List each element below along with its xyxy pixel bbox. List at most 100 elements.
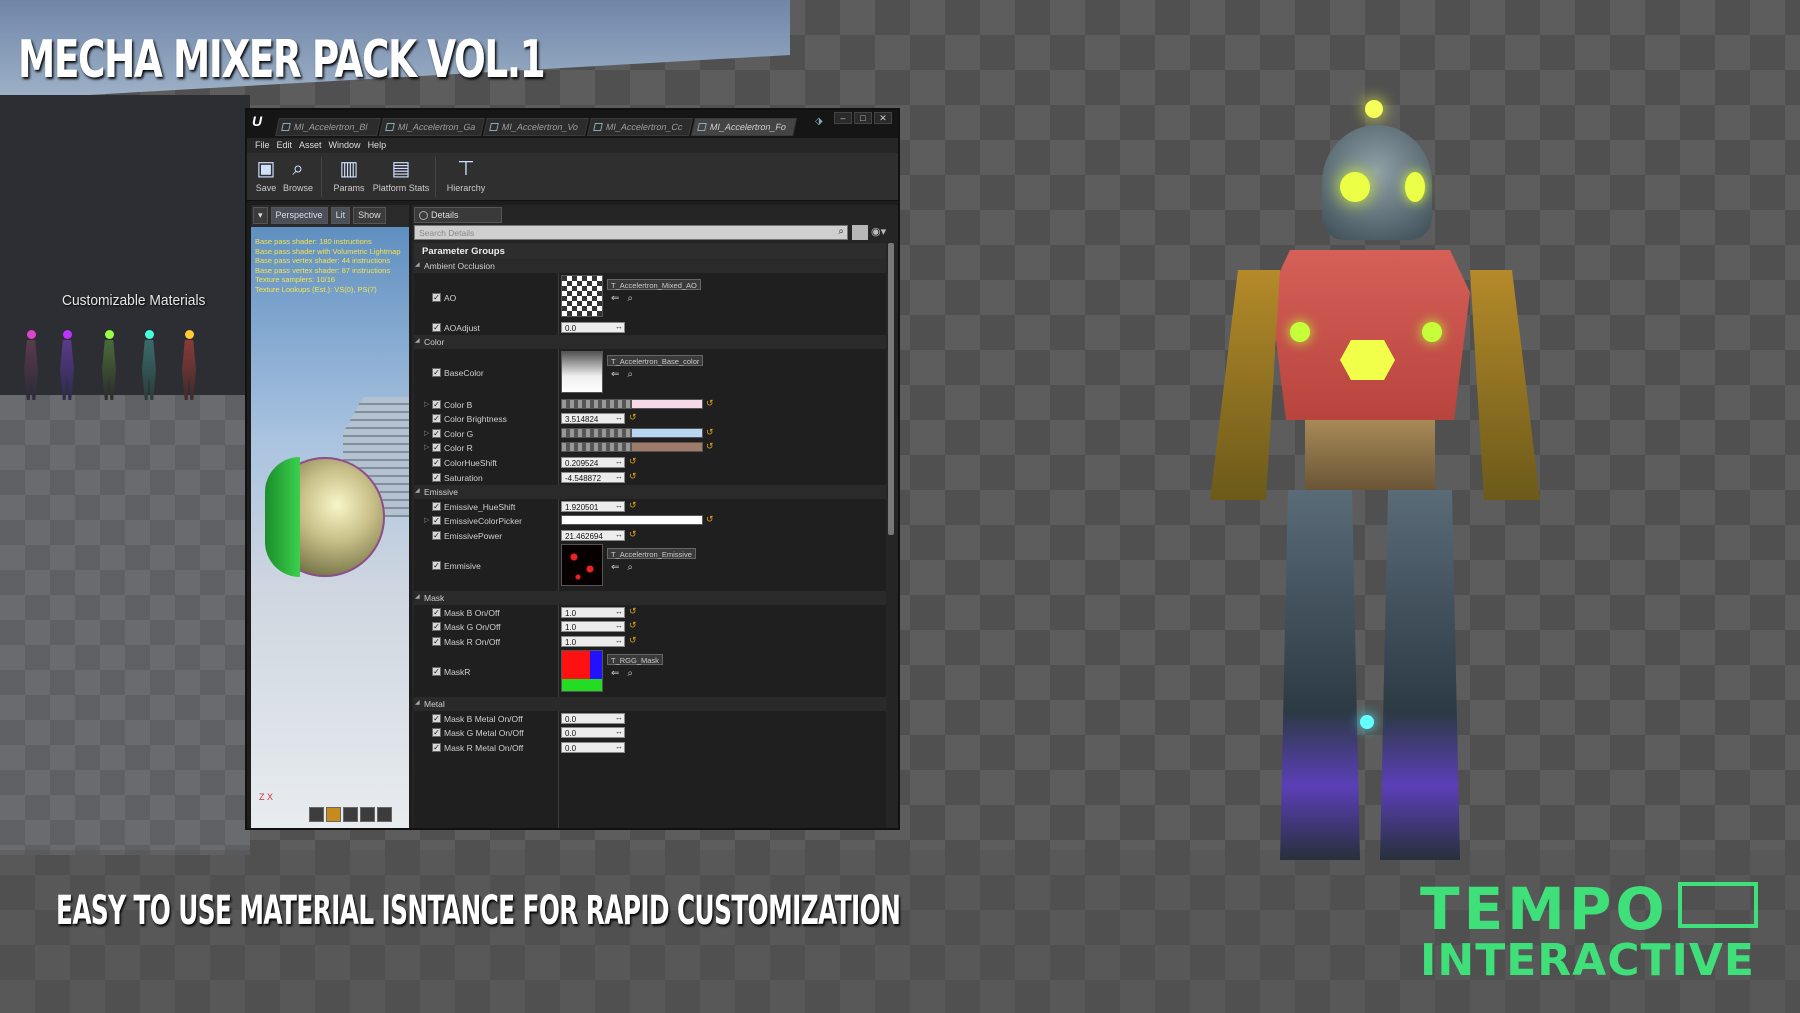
metal-r-checkbox[interactable]: ✓	[432, 743, 441, 752]
mask-texture-actions-icon[interactable]: ⇐⌕	[611, 668, 641, 679]
color-hue-shift-reset-icon[interactable]: ↺	[629, 456, 637, 467]
menu-edit[interactable]: Edit	[277, 138, 300, 153]
preview-plane-button[interactable]	[343, 807, 358, 822]
mask-g-value[interactable]: 1.0	[561, 621, 625, 632]
lit-button[interactable]: Lit	[330, 207, 351, 224]
mask-texture-dropdown[interactable]: T_RGG_Mask	[607, 654, 663, 665]
basecolor-texture-dropdown[interactable]: T_Accelertron_Base_color	[607, 355, 704, 366]
saturation-reset-icon[interactable]: ↺	[629, 471, 637, 482]
basecolor-texture-thumbnail[interactable]	[561, 351, 603, 393]
preview-sphere-button[interactable]	[326, 807, 341, 822]
color-r-reset-icon[interactable]: ↺	[706, 441, 714, 452]
params-button[interactable]: ▥ Params	[331, 157, 367, 193]
menu-help[interactable]: Help	[368, 138, 394, 153]
emissive-power-reset-icon[interactable]: ↺	[629, 529, 637, 540]
emmisive-checkbox[interactable]: ✓	[432, 561, 441, 570]
aoadjust-checkbox[interactable]: ✓	[432, 323, 441, 332]
viewport-options-button[interactable]: ▾	[253, 207, 268, 224]
menu-window[interactable]: Window	[329, 138, 368, 153]
ao-checkbox[interactable]: ✓	[432, 293, 441, 302]
ao-texture-dropdown[interactable]: T_Accelertron_Mixed_AO	[607, 279, 701, 290]
tab-mi-accelertron-ga[interactable]: MI_Accelertron_Ga	[379, 118, 485, 136]
color-b-swatch[interactable]	[561, 399, 703, 409]
mask-g-checkbox[interactable]: ✓	[432, 622, 441, 631]
tab-mi-accelertron-bl[interactable]: MI_Accelertron_Bl	[275, 118, 381, 136]
emmisive-texture-dropdown[interactable]: T_Accelertron_Emissive	[607, 548, 696, 559]
mask-texture-thumbnail[interactable]	[561, 650, 603, 692]
color-hue-shift-checkbox[interactable]: ✓	[432, 458, 441, 467]
mask-b-value[interactable]: 1.0	[561, 607, 625, 618]
hierarchy-button[interactable]: ⊤ Hierarchy	[443, 157, 489, 193]
search-details-input[interactable]: Search Details ⌕	[414, 225, 848, 240]
menu-asset[interactable]: Asset	[299, 138, 329, 153]
color-b-reset-icon[interactable]: ↺	[706, 398, 714, 409]
saturation-checkbox[interactable]: ✓	[432, 473, 441, 482]
color-r-swatch[interactable]	[561, 442, 703, 452]
metal-r-value[interactable]: 0.0	[561, 742, 625, 753]
category-emissive[interactable]: Emissive	[414, 485, 886, 499]
preview-viewport[interactable]: ▾ Perspective Lit Show Base pass shader:…	[251, 205, 409, 828]
color-b-checkbox[interactable]: ✓	[432, 400, 441, 409]
ao-texture-thumbnail[interactable]	[561, 275, 603, 317]
save-button[interactable]: ▣ Save	[253, 157, 279, 193]
tab-mi-accelertron-cc[interactable]: MI_Accelertron_Cc	[587, 118, 693, 136]
maximize-button[interactable]: □	[854, 112, 872, 124]
emissive-color-swatch[interactable]	[561, 515, 703, 525]
show-button[interactable]: Show	[353, 207, 386, 224]
basecolor-texture-actions-icon[interactable]: ⇐⌕	[611, 369, 641, 380]
emmisive-texture-actions-icon[interactable]: ⇐⌕	[611, 562, 641, 573]
emissive-color-picker-checkbox[interactable]: ✓	[432, 516, 441, 525]
parameter-groups-header[interactable]: Parameter Groups	[414, 243, 886, 259]
emissive-hueshift-checkbox[interactable]: ✓	[432, 502, 441, 511]
color-hue-shift-value[interactable]: 0.209524	[561, 457, 625, 468]
metal-b-value[interactable]: 0.0	[561, 713, 625, 724]
color-r-checkbox[interactable]: ✓	[432, 443, 441, 452]
view-options-eye-icon[interactable]: ◉▾	[871, 225, 895, 240]
category-metal[interactable]: Metal	[414, 697, 886, 711]
metal-b-checkbox[interactable]: ✓	[432, 714, 441, 723]
metal-g-value[interactable]: 0.0	[561, 727, 625, 738]
emissive-power-checkbox[interactable]: ✓	[432, 531, 441, 540]
basecolor-checkbox[interactable]: ✓	[432, 368, 441, 377]
grid-view-button[interactable]	[852, 225, 868, 240]
preview-mesh-button[interactable]	[377, 807, 392, 822]
mask-b-reset-icon[interactable]: ↺	[629, 606, 637, 617]
color-g-checkbox[interactable]: ✓	[432, 429, 441, 438]
mask-g-reset-icon[interactable]: ↺	[629, 620, 637, 631]
saturation-value[interactable]: -4.548872	[561, 472, 625, 483]
browse-button[interactable]: ⌕ Browse	[281, 157, 315, 193]
category-color[interactable]: Color	[414, 335, 886, 349]
preview-cylinder-button[interactable]	[309, 807, 324, 822]
category-mask[interactable]: Mask	[414, 591, 886, 605]
emmisive-texture-thumbnail[interactable]	[561, 544, 603, 586]
details-tab[interactable]: Details	[414, 207, 502, 223]
menu-file[interactable]: File	[255, 138, 277, 153]
mask-r-reset-icon[interactable]: ↺	[629, 635, 637, 646]
close-button[interactable]: ✕	[874, 112, 892, 124]
ao-texture-actions-icon[interactable]: ⇐⌕	[611, 293, 641, 304]
color-brightness-reset-icon[interactable]: ↺	[629, 412, 637, 423]
color-brightness-value[interactable]: 3.514824	[561, 413, 625, 424]
category-ambient-occlusion[interactable]: Ambient Occlusion	[414, 259, 886, 273]
color-brightness-checkbox[interactable]: ✓	[432, 414, 441, 423]
aoadjust-value[interactable]: 0.0	[561, 322, 625, 333]
preview-cube-button[interactable]	[360, 807, 375, 822]
minimize-button[interactable]: –	[834, 112, 852, 124]
pin-icon[interactable]: ⬗	[815, 116, 823, 127]
color-g-swatch[interactable]	[561, 428, 703, 438]
platform-stats-button[interactable]: ▤ Platform Stats	[371, 157, 431, 193]
mask-r-value[interactable]: 1.0	[561, 636, 625, 647]
emissive-power-value[interactable]: 21.462694	[561, 530, 625, 541]
metal-g-checkbox[interactable]: ✓	[432, 728, 441, 737]
mask-r-checkbox[interactable]: ✓	[432, 637, 441, 646]
mask-b-checkbox[interactable]: ✓	[432, 608, 441, 617]
emissive-hueshift-value[interactable]: 1.920501	[561, 501, 625, 512]
tab-mi-accelertron-fo[interactable]: MI_Accelertron_Fo	[691, 118, 797, 136]
perspective-button[interactable]: Perspective	[270, 207, 328, 224]
details-scrollbar[interactable]	[888, 243, 894, 535]
color-g-reset-icon[interactable]: ↺	[706, 427, 714, 438]
emissive-hueshift-reset-icon[interactable]: ↺	[629, 500, 637, 511]
maskr-checkbox[interactable]: ✓	[432, 667, 441, 676]
emissive-color-reset-icon[interactable]: ↺	[706, 514, 714, 525]
tab-mi-accelertron-vo[interactable]: MI_Accelertron_Vo	[483, 118, 589, 136]
